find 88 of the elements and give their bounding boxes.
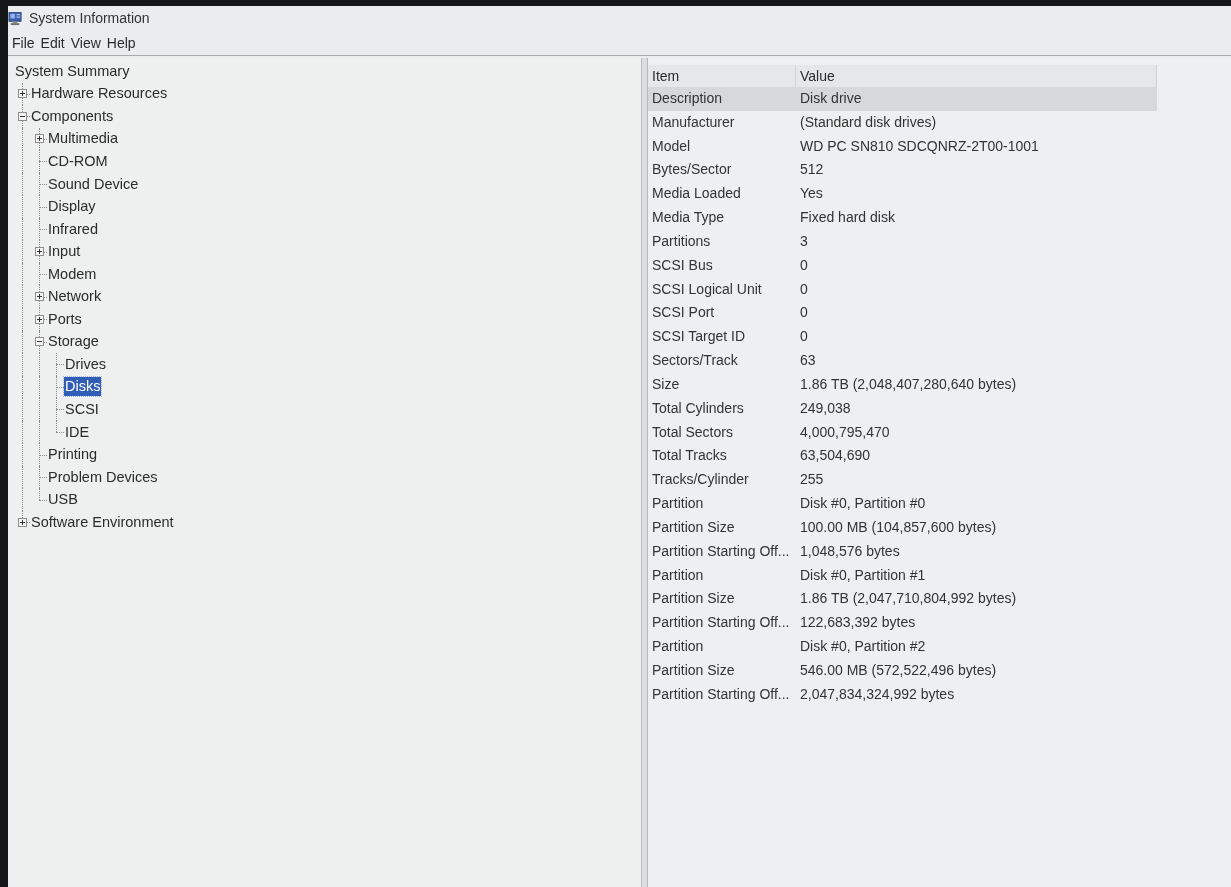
tree-item[interactable]: Display bbox=[47, 197, 97, 217]
table-cell-text: Disk #0, Partition #1 bbox=[799, 565, 927, 585]
table-cell-text: 1.86 TB (2,047,710,804,992 bytes) bbox=[799, 589, 1018, 609]
table-cell-text: Partition Starting Off... bbox=[651, 684, 791, 704]
tree-item[interactable]: Problem Devices bbox=[47, 467, 159, 487]
tree-item[interactable]: Ports bbox=[47, 309, 83, 329]
table-cell-text: Partition Starting Off... bbox=[651, 613, 791, 633]
plus-box-icon[interactable] bbox=[18, 89, 27, 99]
menu-item[interactable]: Help bbox=[103, 33, 139, 52]
table-cell: Disk drive bbox=[796, 87, 1157, 111]
table-cell-text: Media Type bbox=[651, 208, 726, 228]
table-cell-text: Yes bbox=[799, 184, 824, 204]
table-cell-text: Partitions bbox=[651, 231, 712, 251]
table-cell-text: Model bbox=[651, 136, 692, 156]
table-cell-text: Total Tracks bbox=[651, 446, 728, 466]
table-cell-text: 255 bbox=[799, 470, 825, 490]
table-cell-text: 4,000,795,470 bbox=[799, 422, 891, 442]
table-cell-text: 2,047,834,324,992 bytes bbox=[799, 684, 956, 704]
tree-item[interactable]: Multimedia bbox=[47, 129, 120, 149]
tree-item[interactable]: Network bbox=[47, 287, 103, 307]
minus-box-icon[interactable] bbox=[35, 337, 44, 347]
table-cell-text: Total Sectors bbox=[651, 422, 734, 442]
menu-item[interactable]: File bbox=[9, 33, 38, 52]
table-cell-text: 0 bbox=[799, 279, 809, 299]
table-cell-text: Partition Size bbox=[651, 589, 736, 609]
tree-item[interactable]: Input bbox=[47, 242, 82, 262]
plus-box-icon[interactable] bbox=[35, 247, 44, 257]
table-cell-text: Sectors/Track bbox=[651, 351, 739, 371]
table-cell-text: 0 bbox=[799, 327, 809, 347]
table-cell-text: WD PC SN810 SDCQNRZ-2T00-1001 bbox=[799, 136, 1040, 156]
tree-item[interactable]: CD-ROM bbox=[47, 151, 109, 171]
minus-box-icon[interactable] bbox=[18, 111, 27, 121]
tree-item[interactable]: Hardware Resources bbox=[30, 84, 169, 104]
plus-box-icon[interactable] bbox=[35, 134, 44, 144]
tree-item[interactable]: Infrared bbox=[47, 219, 99, 239]
window-title: System Information bbox=[29, 10, 150, 26]
table-cell-text: Media Loaded bbox=[651, 184, 742, 204]
tree-item[interactable]: Components bbox=[30, 106, 115, 126]
table-cell-text: Partition bbox=[651, 494, 705, 514]
table-cell-text: 0 bbox=[799, 303, 809, 323]
table-cell-text: (Standard disk drives) bbox=[799, 112, 938, 132]
menu-item[interactable]: View bbox=[67, 33, 104, 52]
table-cell-text: Partition bbox=[651, 565, 705, 585]
tree-item[interactable]: System Summary bbox=[14, 61, 131, 81]
column-header[interactable]: Value bbox=[796, 65, 1156, 87]
tree-item[interactable]: Storage bbox=[47, 332, 100, 352]
table-cell-text: 249,038 bbox=[799, 398, 852, 418]
table-cell-text: SCSI Target ID bbox=[651, 327, 747, 347]
tree-item[interactable]: Software Environment bbox=[30, 512, 175, 532]
table-cell-text: Partition Size bbox=[651, 660, 736, 680]
table-cell-text: 512 bbox=[799, 160, 825, 180]
table-cell-text: Partition Size bbox=[651, 517, 736, 537]
table-cell-text: Partition Starting Off... bbox=[651, 541, 791, 561]
table-cell-text: 122,683,392 bytes bbox=[799, 613, 917, 633]
computer-icon bbox=[8, 10, 23, 26]
table-cell-text: Total Cylinders bbox=[651, 398, 745, 418]
tree-item[interactable]: IDE bbox=[64, 422, 91, 442]
table-cell-text: 1.86 TB (2,048,407,280,640 bytes) bbox=[799, 374, 1018, 394]
table-cell-text: Manufacturer bbox=[651, 112, 736, 132]
plus-box-icon[interactable] bbox=[18, 517, 27, 527]
plus-box-icon[interactable] bbox=[35, 292, 44, 302]
table-cell-text: 100.00 MB (104,857,600 bytes) bbox=[799, 517, 998, 537]
tree-item[interactable]: Disks bbox=[64, 377, 102, 397]
table-cell-text: Bytes/Sector bbox=[651, 160, 733, 180]
table-cell-text: Fixed hard disk bbox=[799, 208, 896, 228]
tree-item[interactable]: Modem bbox=[47, 264, 98, 284]
plus-box-icon[interactable] bbox=[35, 314, 44, 324]
table-cell: Description bbox=[648, 87, 796, 111]
table-cell-text: SCSI Bus bbox=[651, 255, 714, 275]
table-cell-text: SCSI Port bbox=[651, 303, 716, 323]
menu-item[interactable]: Edit bbox=[37, 33, 68, 52]
tree-item[interactable]: Printing bbox=[47, 445, 99, 465]
tree-item[interactable]: Drives bbox=[64, 354, 108, 374]
table-cell-text: Partition bbox=[651, 637, 705, 657]
table-cell-text: SCSI Logical Unit bbox=[651, 279, 763, 299]
table-cell-text: 0 bbox=[799, 255, 809, 275]
table-cell-text: Tracks/Cylinder bbox=[651, 470, 750, 490]
table-cell-text: Disk #0, Partition #2 bbox=[799, 637, 927, 657]
table-cell-text: 3 bbox=[799, 231, 809, 251]
table-cell-text: 546.00 MB (572,522,496 bytes) bbox=[799, 660, 998, 680]
table-cell-text: Size bbox=[651, 374, 681, 394]
tree-item[interactable]: Sound Device bbox=[47, 174, 140, 194]
table-cell-text: Disk #0, Partition #0 bbox=[799, 494, 927, 514]
table-cell-text: 1,048,576 bytes bbox=[799, 541, 901, 561]
tree-item[interactable]: SCSI bbox=[64, 399, 100, 419]
table-cell-text: 63,504,690 bbox=[799, 446, 872, 466]
tree-item[interactable]: USB bbox=[47, 490, 79, 510]
table-cell-text: 63 bbox=[799, 351, 817, 371]
